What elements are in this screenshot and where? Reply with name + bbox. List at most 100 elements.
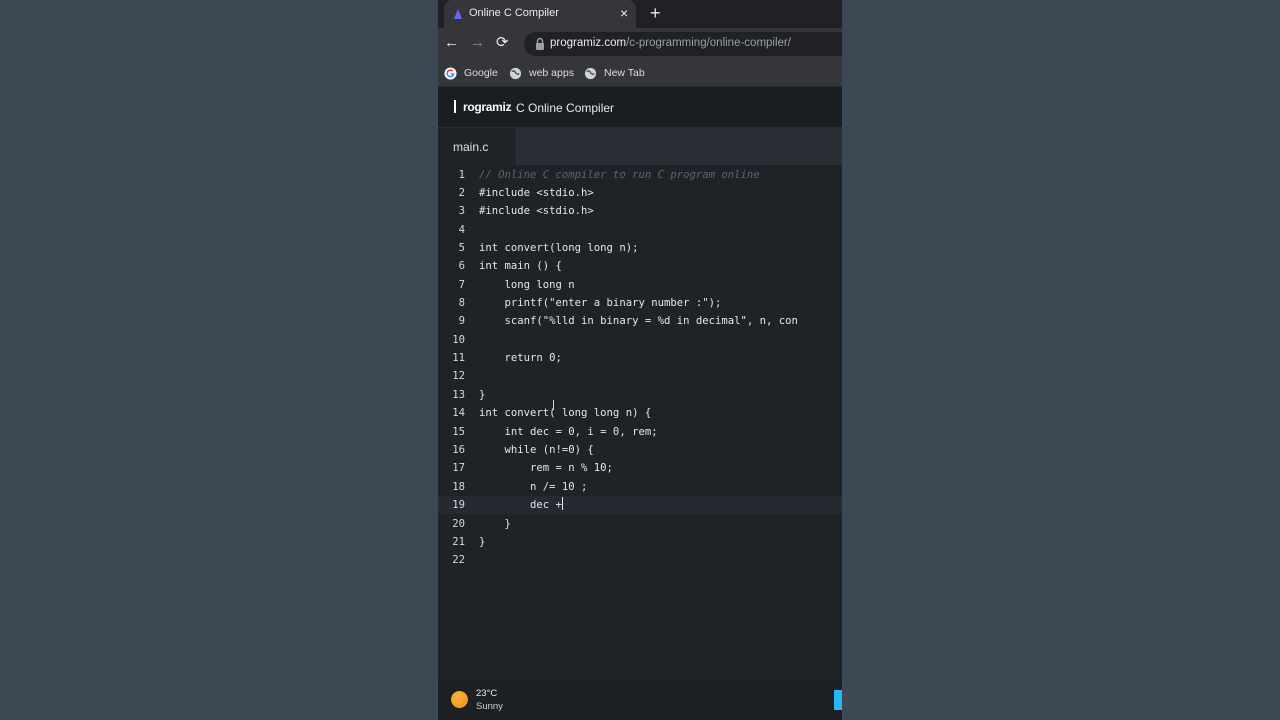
line-number: 2 <box>458 187 465 199</box>
forward-button[interactable]: → <box>470 33 485 53</box>
code-line: 18 n /= 10 ; <box>438 478 842 496</box>
code-text: } <box>479 389 486 401</box>
bookmark-web-apps[interactable]: web apps <box>509 65 574 81</box>
line-number: 8 <box>458 297 465 309</box>
google-icon <box>444 66 457 80</box>
tab-strip: Online C Compiler × + <box>438 0 842 28</box>
bookmark-new-tab[interactable]: New Tab <box>584 65 645 81</box>
line-number: 5 <box>458 242 465 254</box>
line-number: 1 <box>458 169 465 181</box>
line-number: 20 <box>452 518 465 530</box>
line-number: 19 <box>452 499 465 511</box>
code-line: 1 // Online C compiler to run C program o… <box>438 166 842 184</box>
code-text: } <box>479 536 486 548</box>
browser-window: Online C Compiler × + ← → ⟳ programiz.co… <box>438 0 842 720</box>
code-line: 16 while (n!=0) { <box>438 441 842 459</box>
code-text: int convert( long long n) { <box>479 407 652 419</box>
line-number: 12 <box>452 370 465 382</box>
programiz-favicon-icon <box>454 9 462 19</box>
code-line: 12 <box>438 367 842 385</box>
file-tab-label: main.c <box>453 140 489 154</box>
code-line: 11 return 0; <box>438 349 842 367</box>
line-number: 4 <box>458 224 465 236</box>
line-number: 16 <box>452 444 465 456</box>
code-line: 4 <box>438 221 842 239</box>
code-line: 9 scanf("%lld in binary = %d in decimal"… <box>438 312 842 330</box>
code-line: 2 #include <stdio.h> <box>438 184 842 202</box>
line-number: 7 <box>458 279 465 291</box>
line-number: 9 <box>458 315 465 327</box>
code-line: 17 rem = n % 10; <box>438 459 842 477</box>
line-number: 11 <box>452 352 465 364</box>
right-background <box>842 0 1280 720</box>
url-text: programiz.com/c-programming/online-compi… <box>550 37 791 49</box>
page-title: C Online Compiler <box>516 101 615 115</box>
bookmark-label: web apps <box>529 67 574 79</box>
code-text: n /= 10 ; <box>479 481 588 493</box>
mouse-text-cursor-icon <box>553 400 554 410</box>
bookmark-label: Google <box>464 67 498 79</box>
globe-icon <box>509 67 522 79</box>
code-line: 14 int convert( long long n) { <box>438 404 842 422</box>
line-number: 10 <box>452 334 465 346</box>
tab-title: Online C Compiler <box>469 7 559 19</box>
code-line: 10 <box>438 331 842 349</box>
code-line: 22 <box>438 551 842 569</box>
line-number: 22 <box>452 554 465 566</box>
code-text: rem = n % 10; <box>479 462 613 474</box>
lock-icon <box>536 37 544 50</box>
text-caret <box>561 497 563 510</box>
address-bar[interactable]: programiz.com/c-programming/online-compi… <box>524 32 842 56</box>
code-text: int main () { <box>479 260 562 272</box>
code-editor[interactable]: 1 // Online C compiler to run C program o… <box>438 165 842 680</box>
line-number: 6 <box>458 260 465 272</box>
globe-icon <box>584 67 597 79</box>
code-line: 20 } <box>438 515 842 533</box>
taskbar: 23°C Sunny <box>438 680 842 720</box>
code-text: while (n!=0) { <box>479 444 594 456</box>
line-number: 17 <box>452 462 465 474</box>
programiz-logo-mark-icon <box>454 100 462 113</box>
line-number: 15 <box>452 426 465 438</box>
back-button[interactable]: ← <box>444 33 459 53</box>
weather-temperature: 23°C <box>476 688 498 699</box>
programiz-logo[interactable]: rogramiz <box>454 100 512 114</box>
code-line: 13} <box>438 386 842 404</box>
code-line: 6 int main () { <box>438 257 842 275</box>
site-header: rogramiz C Online Compiler <box>438 87 842 128</box>
line-number: 13 <box>452 389 465 401</box>
left-background <box>0 0 438 720</box>
tab-main-c[interactable]: main.c <box>438 128 517 165</box>
line-number: 3 <box>458 205 465 217</box>
line-number: 21 <box>452 536 465 548</box>
code-line: 7 long long n <box>438 276 842 294</box>
logo-text: rogramiz <box>463 100 512 114</box>
code-text: int dec = 0, i = 0, rem; <box>479 426 658 438</box>
code-text: int convert(long long n); <box>479 242 639 254</box>
reload-button[interactable]: ⟳ <box>496 33 509 53</box>
taskbar-app-icon[interactable] <box>834 690 842 710</box>
tab-close-icon[interactable]: × <box>620 5 628 21</box>
line-number: 14 <box>452 407 465 419</box>
url-host: programiz.com <box>550 37 627 49</box>
browser-tab[interactable]: Online C Compiler × <box>444 0 636 28</box>
code-line-active: 19 dec + <box>438 496 842 514</box>
bookmarks-bar: Google web apps New Tab <box>438 60 842 87</box>
sun-weather-icon[interactable] <box>451 691 468 708</box>
code-line: 8 printf("enter a binary number :"); <box>438 294 842 312</box>
code-text: printf("enter a binary number :"); <box>479 297 722 309</box>
code-line: 5 int convert(long long n); <box>438 239 842 257</box>
code-text: } <box>479 518 511 530</box>
code-line: 3 #include <stdio.h> <box>438 202 842 220</box>
code-text: #include <stdio.h> <box>479 187 594 199</box>
bookmark-google[interactable]: Google <box>444 65 498 81</box>
code-line: 21} <box>438 533 842 551</box>
browser-toolbar: ← → ⟳ programiz.com/c-programming/online… <box>438 28 842 60</box>
code-text: #include <stdio.h> <box>479 205 594 217</box>
code-line: 15 int dec = 0, i = 0, rem; <box>438 423 842 441</box>
editor-tab-bar: main.c <box>438 128 842 165</box>
code-text: long long n <box>479 279 575 291</box>
new-tab-button[interactable]: + <box>650 3 661 23</box>
url-path: /c-programming/online-compiler/ <box>626 37 791 49</box>
code-text: return 0; <box>479 352 562 364</box>
